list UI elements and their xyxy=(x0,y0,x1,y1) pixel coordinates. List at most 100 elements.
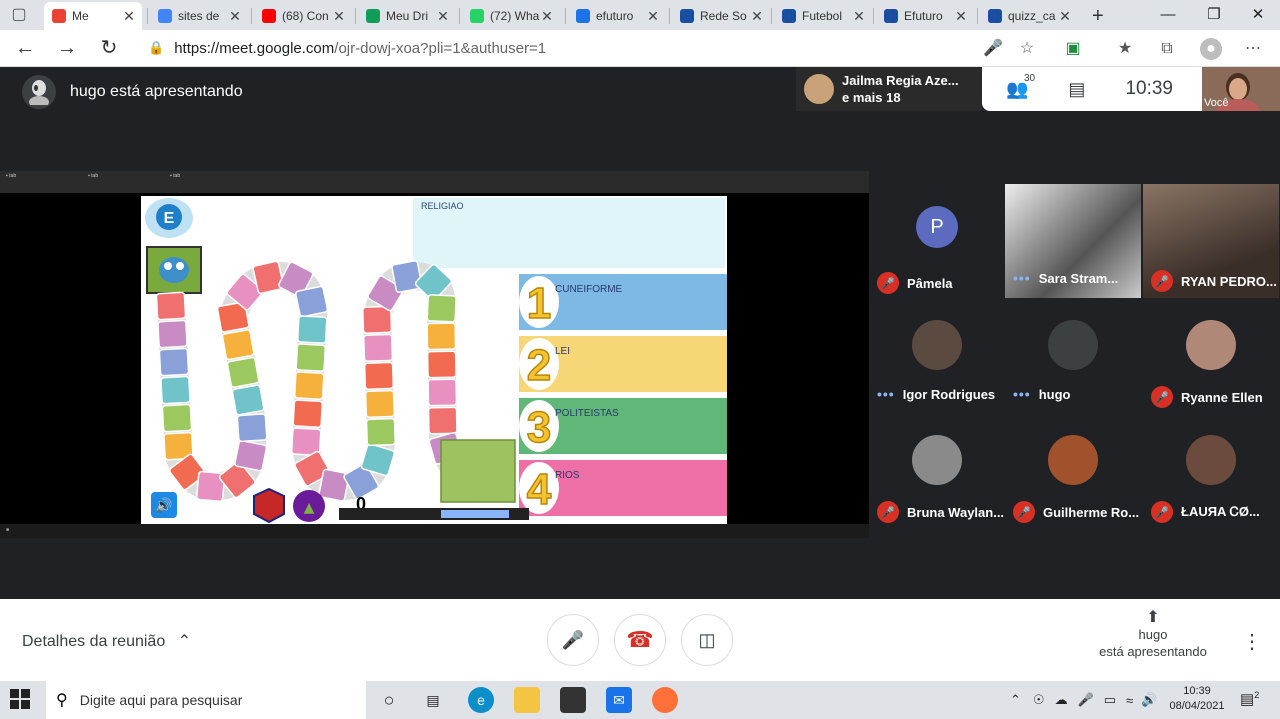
board-tile xyxy=(295,343,327,372)
board-tile xyxy=(236,413,268,443)
edge-icon[interactable]: e xyxy=(468,687,494,713)
tab-actions-icon[interactable]: ▢ xyxy=(8,4,30,26)
tab-label: Meu Dri xyxy=(386,9,429,23)
battery-icon[interactable]: ▭ xyxy=(1104,692,1116,708)
close-tab-icon[interactable]: ✕ xyxy=(228,8,242,25)
new-tab-button[interactable]: + xyxy=(1086,2,1112,30)
close-tab-icon[interactable]: ✕ xyxy=(1058,8,1072,25)
shared-tab-1: ▪ tab xyxy=(6,173,17,179)
maximize-button[interactable]: ❐ xyxy=(1194,4,1234,26)
camera-button[interactable]: ◫ xyxy=(681,614,733,666)
participant-tile[interactable]: ••• Igor Rodrigues xyxy=(869,298,1005,412)
top-participant-more: e mais 18 xyxy=(842,90,901,105)
board-tile xyxy=(391,260,423,293)
close-tab-icon[interactable]: ✕ xyxy=(332,8,346,25)
answer-text: RIOS xyxy=(555,470,580,481)
participant-tile[interactable]: 🎤 Guilherme Ro... xyxy=(1005,413,1141,527)
leave-call-button[interactable]: ☎ xyxy=(614,614,666,666)
browser-tab-9[interactable]: Efuturo ✕ xyxy=(876,2,974,30)
close-tab-icon[interactable]: ✕ xyxy=(646,8,660,25)
close-tab-icon[interactable]: ✕ xyxy=(750,8,764,25)
presenting-name: hugo xyxy=(1138,627,1168,642)
taskbar-datetime[interactable]: 10:39 08/04/2021 xyxy=(1168,684,1226,714)
meeting-clock: 10:39 xyxy=(1125,78,1173,99)
reload-button[interactable]: ↻ xyxy=(96,36,122,60)
browser-tab-1[interactable]: Me ✕ xyxy=(44,2,142,30)
store-icon[interactable] xyxy=(560,687,586,713)
people-icon[interactable]: 👥 30 xyxy=(1006,73,1035,100)
cortana-icon[interactable]: ○ xyxy=(376,687,402,713)
participant-name-row: 🎤 Guilherme Ro... xyxy=(1013,501,1141,523)
browser-tab-6[interactable]: efuturo ✕ xyxy=(568,2,666,30)
firefox-icon[interactable] xyxy=(652,687,678,713)
participant-name: Ryanne Ellen xyxy=(1181,389,1263,405)
close-tab-icon[interactable]: ✕ xyxy=(436,8,450,25)
participant-tile[interactable]: P 🎤 Pâmela xyxy=(869,184,1005,298)
lock-icon: 🔒 xyxy=(148,40,165,55)
tab-separator xyxy=(251,8,252,24)
mic-tray-icon[interactable]: 🎤 xyxy=(1078,692,1094,708)
network-icon[interactable]: ☉ xyxy=(1033,692,1045,708)
board-tile xyxy=(160,375,191,405)
file-explorer-icon[interactable] xyxy=(514,687,540,713)
participant-tile[interactable]: 🎤 Ryanne Ellen xyxy=(1143,298,1279,412)
board-tile xyxy=(426,350,457,379)
participant-tile[interactable]: ••• Sara Stram... xyxy=(1005,184,1141,298)
answer-number: 2 xyxy=(527,341,551,390)
participant-avatar xyxy=(912,320,962,370)
cloud-icon[interactable]: ☁ xyxy=(1055,692,1068,708)
chat-icon[interactable]: ▤ xyxy=(1068,79,1085,100)
browser-tab-7[interactable]: Rede So ✕ xyxy=(672,2,770,30)
mic-muted-icon: 🎤 xyxy=(877,501,899,523)
favorites-icon[interactable]: ★ xyxy=(1114,38,1136,60)
forward-button[interactable]: → xyxy=(54,36,80,60)
wifi-icon[interactable]: ≈ xyxy=(1126,693,1133,708)
address-bar[interactable]: 🔒 https://meet.google.com/ojr-dowj-xoa?p… xyxy=(140,34,1050,62)
self-view[interactable]: Você xyxy=(1202,67,1280,123)
profile-avatar[interactable]: ● xyxy=(1200,38,1222,60)
collections-icon[interactable]: ⧉ xyxy=(1156,38,1178,60)
close-tab-icon[interactable]: ✕ xyxy=(122,8,136,25)
more-options-icon[interactable]: ⋯ xyxy=(1242,38,1264,60)
task-view-icon[interactable]: ▤ xyxy=(420,687,446,713)
answer-text: CUNEIFORME xyxy=(555,284,623,295)
close-tab-icon[interactable]: ✕ xyxy=(540,8,554,25)
add-favorite-icon[interactable]: ☆ xyxy=(1016,38,1038,60)
browser-tab-8[interactable]: Futebol ✕ xyxy=(774,2,872,30)
participant-tile[interactable]: ••• hugo xyxy=(1005,298,1141,412)
mic-button[interactable]: 🎤 xyxy=(547,614,599,666)
volume-icon[interactable]: 🔊 xyxy=(1141,692,1157,708)
extension-icon[interactable]: ▣ xyxy=(1062,38,1084,60)
close-tab-icon[interactable]: ✕ xyxy=(852,8,866,25)
mic-permission-icon[interactable]: 🎤 xyxy=(982,38,1004,60)
chevron-up-icon: ⌃ xyxy=(177,633,192,650)
close-tab-icon[interactable]: ✕ xyxy=(954,8,968,25)
top-participant[interactable]: Jailma Regia Aze... e mais 18 xyxy=(796,67,982,111)
browser-tab-10[interactable]: quizz_ca ✕ xyxy=(980,2,1078,30)
close-window-button[interactable]: ✕ xyxy=(1238,4,1278,26)
board-tile xyxy=(293,371,325,400)
participant-tile[interactable]: 🎤 Bruna Waylan... xyxy=(869,413,1005,527)
browser-tab-5[interactable]: (72) Wha ✕ xyxy=(462,2,560,30)
dice-icon[interactable] xyxy=(253,487,285,524)
answer-text: POLITEISTAS xyxy=(555,408,619,419)
notifications-icon[interactable]: ▤2 xyxy=(1240,690,1259,708)
mail-icon[interactable]: ✉ xyxy=(606,687,632,713)
back-button[interactable]: ← xyxy=(12,36,38,60)
meeting-details-button[interactable]: Detalhes da reunião ⌃ xyxy=(22,631,191,651)
participant-name: Pâmela xyxy=(907,275,953,291)
minimize-button[interactable]: — xyxy=(1148,4,1188,26)
tab-separator xyxy=(147,8,148,24)
more-options-icon[interactable]: ⋮ xyxy=(1242,629,1262,654)
participant-tile[interactable]: 🎤 ŁAUЯA ᏟØ... xyxy=(1143,413,1279,527)
windows-start-button[interactable] xyxy=(10,689,32,711)
taskbar-date: 08/04/2021 xyxy=(1169,700,1225,712)
participant-tile[interactable]: 🎤 RYAN PEDRO... xyxy=(1143,184,1279,298)
chevron-up-icon[interactable]: ⌃ xyxy=(1010,692,1021,708)
tab-label: (72) Wha xyxy=(490,9,540,23)
taskbar-search[interactable]: ⚲ Digite aqui para pesquisar xyxy=(46,681,366,719)
browser-tab-3[interactable]: (68) Con ✕ xyxy=(254,2,352,30)
browser-tab-2[interactable]: sites de ✕ xyxy=(150,2,248,30)
presenting-indicator[interactable]: ⬆ hugo está apresentando xyxy=(1090,609,1216,660)
browser-tab-4[interactable]: Meu Dri ✕ xyxy=(358,2,456,30)
